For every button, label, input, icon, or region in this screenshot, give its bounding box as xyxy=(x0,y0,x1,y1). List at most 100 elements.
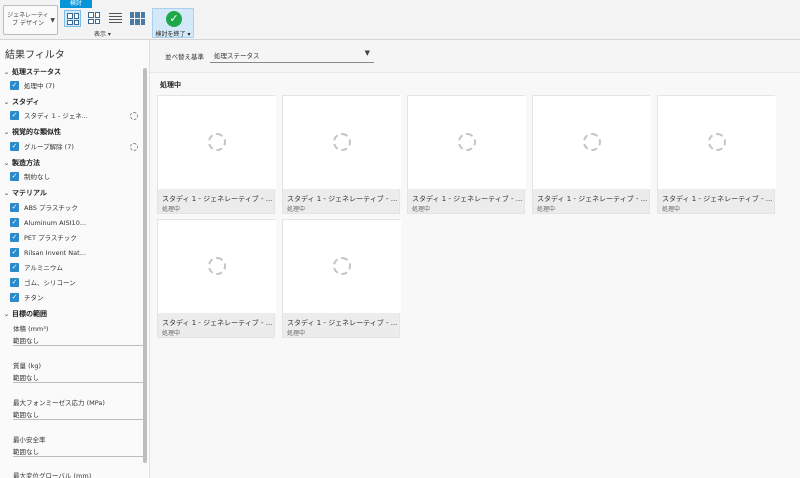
loading-spinner-icon xyxy=(333,133,351,151)
result-card[interactable]: スタディ 1 - ジェネレーティブ - ... 処理中 xyxy=(282,219,401,338)
checkbox-checked-icon[interactable]: ✓ xyxy=(10,172,19,181)
filter-item-rilsan[interactable]: ✓ Rilsan Invent Nat... xyxy=(10,248,86,258)
chevron-down-icon: ⌄ xyxy=(4,190,10,197)
result-thumbnail[interactable] xyxy=(658,96,776,189)
result-thumbnail[interactable] xyxy=(283,96,401,189)
checkbox-checked-icon[interactable]: ✓ xyxy=(10,278,19,287)
checkbox-checked-icon[interactable]: ✓ xyxy=(10,248,19,257)
result-title: スタディ 1 - ジェネレーティブ - ... xyxy=(287,195,398,203)
checkbox-checked-icon[interactable]: ✓ xyxy=(10,218,19,227)
result-status: 処理中 xyxy=(287,206,306,213)
checkbox-checked-icon[interactable]: ✓ xyxy=(10,81,19,90)
result-status: 処理中 xyxy=(162,206,181,213)
section-manufacturing[interactable]: ⌄ 製造方法 xyxy=(4,158,40,168)
safety-range-value[interactable]: 範囲なし xyxy=(13,446,39,456)
list-view-button[interactable] xyxy=(107,10,124,27)
result-thumbnail[interactable] xyxy=(158,96,276,189)
sort-dropdown[interactable]: 処理ステータス ▼ xyxy=(210,45,374,63)
sort-label: 並べ替え基準 xyxy=(165,53,204,61)
volume-range-label: 体積 (mm³) xyxy=(13,325,49,333)
result-thumbnail[interactable] xyxy=(283,220,401,313)
divider xyxy=(13,382,145,383)
checkbox-checked-icon[interactable]: ✓ xyxy=(10,233,19,242)
chevron-down-icon: ⌄ xyxy=(4,311,10,318)
section-visual[interactable]: ⌄ 視覚的な類似性 xyxy=(4,127,61,137)
filter-item-group-clear[interactable]: ✓ グループ解除 (7) xyxy=(10,142,74,152)
volume-range-value[interactable]: 範囲なし xyxy=(13,335,39,345)
safety-range-label: 最小安全率 xyxy=(13,436,46,444)
filter-item-titanium[interactable]: ✓ チタン xyxy=(10,293,44,303)
filter-item-rubber[interactable]: ✓ ゴム、シリコーン xyxy=(10,278,76,288)
grid-icon xyxy=(88,12,100,24)
result-status: 処理中 xyxy=(162,330,181,337)
checkbox-checked-icon[interactable]: ✓ xyxy=(10,142,19,151)
result-status: 処理中 xyxy=(287,330,306,337)
display-menu[interactable]: 表示 ▾ xyxy=(94,29,111,38)
loading-icon xyxy=(130,143,138,151)
result-title: スタディ 1 - ジェネレーティブ - ... xyxy=(162,319,273,327)
result-thumbnail[interactable] xyxy=(533,96,651,189)
section-target[interactable]: ⌄ 目標の範囲 xyxy=(4,309,47,319)
checkbox-checked-icon[interactable]: ✓ xyxy=(10,263,19,272)
checkbox-checked-icon[interactable]: ✓ xyxy=(10,203,19,212)
divider xyxy=(13,456,145,457)
filter-sidebar: 結果フィルタ ⌄ 処理ステータス ✓ 処理中 (7) ⌄ スタディ ✓ スタディ 1 -… xyxy=(0,40,150,478)
loading-spinner-icon xyxy=(208,133,226,151)
divider xyxy=(13,419,145,420)
checkbox-checked-icon[interactable]: ✓ xyxy=(10,111,19,120)
loading-spinner-icon xyxy=(208,257,226,275)
group-title: 処理中 xyxy=(160,81,181,89)
filter-item-aluminium-jp[interactable]: ✓ アルミニウム xyxy=(10,263,63,273)
sort-value: 処理ステータス xyxy=(214,52,260,60)
result-card[interactable]: スタディ 1 - ジェネレーティブ - ... 処理中 xyxy=(157,219,276,338)
section-study[interactable]: ⌄ スタディ xyxy=(4,97,40,107)
result-status: 処理中 xyxy=(412,206,431,213)
result-title: スタディ 1 - ジェネレーティブ - ... xyxy=(287,319,398,327)
tile-view-button[interactable] xyxy=(129,10,146,27)
result-card[interactable]: スタディ 1 - ジェネレーティブ - ... 処理中 xyxy=(157,95,276,214)
list-icon xyxy=(109,13,122,25)
result-card[interactable]: スタディ 1 - ジェネレーティブ - ... 処理中 xyxy=(282,95,401,214)
filter-item-unrestricted[interactable]: ✓ 制約なし xyxy=(10,172,50,182)
workspace-label: ジェネレーティブ デザイン xyxy=(7,12,49,27)
thumbnail-view-button[interactable] xyxy=(64,10,81,27)
finish-explore-label: 検討を終了 ▾ xyxy=(155,31,191,38)
loading-spinner-icon xyxy=(458,133,476,151)
result-status: 処理中 xyxy=(537,206,556,213)
filter-item-pet[interactable]: ✓ PET プラスチック xyxy=(10,233,77,243)
displacement-range-label: 最大変位グローバル (mm) xyxy=(13,472,92,478)
section-material[interactable]: ⌄ マテリアル xyxy=(4,188,47,198)
result-card[interactable]: スタディ 1 - ジェネレーティブ - ... 処理中 xyxy=(407,95,526,214)
result-title: スタディ 1 - ジェネレーティブ - ... xyxy=(162,195,273,203)
result-card[interactable]: スタディ 1 - ジェネレーティブ - ... 処理中 xyxy=(657,95,776,214)
loading-spinner-icon xyxy=(333,257,351,275)
finish-explore-button[interactable]: ✓ 検討を終了 ▾ xyxy=(152,8,194,38)
grid-icon xyxy=(67,13,79,25)
result-card[interactable]: スタディ 1 - ジェネレーティブ - ... 処理中 xyxy=(532,95,651,214)
filter-item-abs[interactable]: ✓ ABS プラスチック xyxy=(10,203,78,213)
stress-range-value[interactable]: 範囲なし xyxy=(13,409,39,419)
checkbox-checked-icon[interactable]: ✓ xyxy=(10,293,19,302)
sidebar-scrollbar[interactable] xyxy=(143,68,147,463)
mass-range-label: 質量 (kg) xyxy=(13,362,42,370)
chevron-down-icon: ⌄ xyxy=(4,129,10,136)
grid-view-button[interactable] xyxy=(86,10,103,27)
chevron-down-icon: ▼ xyxy=(50,17,55,24)
workspace-dropdown[interactable]: ジェネレーティブ デザイン ▼ xyxy=(3,5,58,35)
explore-group-title: 検討 xyxy=(60,0,92,8)
section-status[interactable]: ⌄ 処理ステータス xyxy=(4,67,61,77)
loading-icon xyxy=(130,112,138,120)
sidebar-title: 結果フィルタ xyxy=(5,50,65,61)
filter-item-study1[interactable]: ✓ スタディ 1 - ジェネ... xyxy=(10,111,88,121)
mass-range-value[interactable]: 範囲なし xyxy=(13,372,39,382)
result-thumbnail[interactable] xyxy=(158,220,276,313)
chevron-down-icon: ⌄ xyxy=(4,99,10,106)
chevron-down-icon: ▼ xyxy=(364,49,370,57)
filter-item-processing[interactable]: ✓ 処理中 (7) xyxy=(10,81,55,91)
loading-spinner-icon xyxy=(583,133,601,151)
result-title: スタディ 1 - ジェネレーティブ - ... xyxy=(537,195,648,203)
chevron-down-icon: ⌄ xyxy=(4,69,10,76)
filter-item-aluminum[interactable]: ✓ Aluminum AISI10... xyxy=(10,218,86,228)
result-thumbnail[interactable] xyxy=(408,96,526,189)
loading-spinner-icon xyxy=(708,133,726,151)
